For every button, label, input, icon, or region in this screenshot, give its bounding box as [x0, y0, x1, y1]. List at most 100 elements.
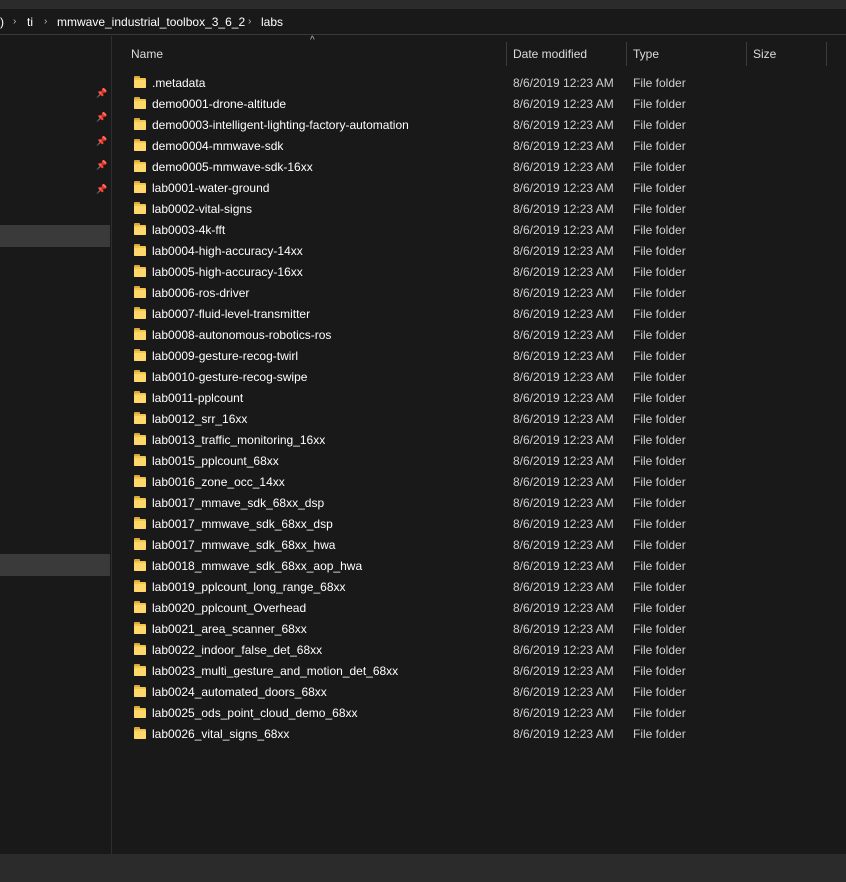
file-name: lab0015_pplcount_68xx: [152, 454, 279, 468]
column-header-type[interactable]: Type: [633, 42, 659, 66]
column-divider[interactable]: [826, 42, 827, 66]
nav-item-selected[interactable]: [0, 554, 110, 576]
file-date-modified: 8/6/2019 12:23 AM: [513, 244, 614, 258]
file-type: File folder: [633, 97, 686, 111]
file-row[interactable]: lab0011-pplcount 8/6/2019 12:23 AM File fo…: [126, 387, 718, 408]
folder-icon: [134, 244, 146, 256]
file-row[interactable]: lab0023_multi_gesture_and_motion_det_68x…: [126, 660, 718, 681]
file-row[interactable]: lab0016_zone_occ_14xx 8/6/2019 12:23 AM Fi…: [126, 471, 718, 492]
file-row[interactable]: lab0012_srr_16xx 8/6/2019 12:23 AM File fo…: [126, 408, 718, 429]
nav-item-selected[interactable]: [0, 225, 110, 247]
file-name: lab0012_srr_16xx: [152, 412, 248, 426]
file-row[interactable]: lab0026_vital_signs_68xx 8/6/2019 12:23 A…: [126, 723, 718, 744]
file-row[interactable]: lab0002-vital-signs 8/6/2019 12:23 AM File…: [126, 198, 718, 219]
file-row[interactable]: lab0021_area_scanner_68xx 8/6/2019 12:23 …: [126, 618, 718, 639]
file-date-modified: 8/6/2019 12:23 AM: [513, 160, 614, 174]
file-row[interactable]: lab0022_indoor_false_det_68xx 8/6/2019 12…: [126, 639, 718, 660]
file-name: lab0021_area_scanner_68xx: [152, 622, 307, 636]
breadcrumb-ti[interactable]: ti: [27, 15, 33, 29]
column-header-date-modified[interactable]: Date modified: [513, 42, 587, 66]
file-name: lab0026_vital_signs_68xx: [152, 727, 290, 741]
file-row[interactable]: lab0001-water-ground 8/6/2019 12:23 AM Fil…: [126, 177, 718, 198]
folder-icon: [134, 622, 146, 634]
file-date-modified: 8/6/2019 12:23 AM: [513, 76, 614, 90]
window-top-strip: [0, 0, 846, 9]
file-row[interactable]: lab0006-ros-driver 8/6/2019 12:23 AM File …: [126, 282, 718, 303]
file-date-modified: 8/6/2019 12:23 AM: [513, 118, 614, 132]
breadcrumb-chevron-icon[interactable]: ›: [248, 15, 251, 29]
file-name: demo0003-intelligent-lighting-factory-au…: [152, 118, 409, 132]
column-header-size[interactable]: Size: [753, 42, 776, 66]
pin-icon[interactable]: 📌: [96, 160, 107, 170]
column-header-name[interactable]: Name: [131, 42, 163, 66]
folder-icon: [134, 496, 146, 508]
file-date-modified: 8/6/2019 12:23 AM: [513, 265, 614, 279]
file-name: lab0024_automated_doors_68xx: [152, 685, 327, 699]
file-name: lab0017_mmave_sdk_68xx_dsp: [152, 496, 325, 510]
file-row[interactable]: lab0019_pplcount_long_range_68xx 8/6/2019…: [126, 576, 718, 597]
file-row[interactable]: demo0004-mmwave-sdk 8/6/2019 12:23 AM File…: [126, 135, 718, 156]
folder-icon: [134, 202, 146, 214]
file-name: lab0018_mmwave_sdk_68xx_aop_hwa: [152, 559, 363, 573]
file-date-modified: 8/6/2019 12:23 AM: [513, 139, 614, 153]
file-type: File folder: [633, 118, 686, 132]
file-row[interactable]: lab0017_mmwave_sdk_68xx_dsp 8/6/2019 12:2…: [126, 513, 718, 534]
file-row[interactable]: .metadata 8/6/2019 12:23 AM File folder: [126, 72, 718, 93]
file-date-modified: 8/6/2019 12:23 AM: [513, 286, 614, 300]
folder-icon: [134, 76, 146, 88]
folder-icon: [134, 559, 146, 571]
file-row[interactable]: lab0004-high-accuracy-14xx 8/6/2019 12:23…: [126, 240, 718, 261]
file-row[interactable]: lab0018_mmwave_sdk_68xx_aop_hwa 8/6/2019 …: [126, 555, 718, 576]
file-date-modified: 8/6/2019 12:23 AM: [513, 622, 614, 636]
pin-icon[interactable]: 📌: [96, 112, 107, 122]
file-type: File folder: [633, 286, 686, 300]
file-row[interactable]: demo0005-mmwave-sdk-16xx 8/6/2019 12:23 A…: [126, 156, 718, 177]
address-bar[interactable]: ) › ti › mmwave_industrial_toolbox_3_6_2…: [0, 9, 846, 35]
column-divider[interactable]: [506, 42, 507, 66]
file-row[interactable]: lab0017_mmave_sdk_68xx_dsp 8/6/2019 12:23…: [126, 492, 718, 513]
file-type: File folder: [633, 433, 686, 447]
file-name: .metadata: [152, 76, 206, 90]
column-divider[interactable]: [746, 42, 747, 66]
breadcrumb-part-0[interactable]: ): [0, 15, 4, 29]
file-row[interactable]: lab0007-fluid-level-transmitter 8/6/2019 …: [126, 303, 718, 324]
breadcrumb-chevron-icon[interactable]: ›: [13, 15, 16, 29]
file-row[interactable]: demo0003-intelligent-lighting-factory-au…: [126, 114, 718, 135]
file-row[interactable]: lab0013_traffic_monitoring_16xx 8/6/2019 …: [126, 429, 718, 450]
breadcrumb-toolbox[interactable]: mmwave_industrial_toolbox_3_6_2: [57, 15, 245, 29]
breadcrumb-labs[interactable]: labs: [261, 15, 283, 29]
breadcrumb-chevron-icon[interactable]: ›: [44, 15, 47, 29]
file-row[interactable]: lab0020_pplcount_Overhead 8/6/2019 12:23 …: [126, 597, 718, 618]
file-name: lab0008-autonomous-robotics-ros: [152, 328, 332, 342]
folder-icon: [134, 139, 146, 151]
folder-icon: [134, 580, 146, 592]
column-divider[interactable]: [626, 42, 627, 66]
file-row[interactable]: lab0005-high-accuracy-16xx 8/6/2019 12:23…: [126, 261, 718, 282]
pin-icon[interactable]: 📌: [96, 136, 107, 146]
file-row[interactable]: lab0025_ods_point_cloud_demo_68xx 8/6/201…: [126, 702, 718, 723]
file-date-modified: 8/6/2019 12:23 AM: [513, 706, 614, 720]
pin-icon[interactable]: 📌: [96, 88, 107, 98]
file-name: lab0004-high-accuracy-14xx: [152, 244, 303, 258]
file-row[interactable]: lab0010-gesture-recog-swipe 8/6/2019 12:2…: [126, 366, 718, 387]
file-row[interactable]: lab0009-gesture-recog-twirl 8/6/2019 12:2…: [126, 345, 718, 366]
file-name: lab0009-gesture-recog-twirl: [152, 349, 299, 363]
folder-icon: [134, 433, 146, 445]
file-row[interactable]: demo0001-drone-altitude 8/6/2019 12:23 AM…: [126, 93, 718, 114]
file-type: File folder: [633, 223, 686, 237]
file-row[interactable]: lab0017_mmwave_sdk_68xx_hwa 8/6/2019 12:2…: [126, 534, 718, 555]
file-row[interactable]: lab0024_automated_doors_68xx 8/6/2019 12:…: [126, 681, 718, 702]
file-name: lab0005-high-accuracy-16xx: [152, 265, 303, 279]
file-type: File folder: [633, 160, 686, 174]
pin-icon[interactable]: 📌: [96, 184, 107, 194]
file-name: lab0022_indoor_false_det_68xx: [152, 643, 323, 657]
file-type: File folder: [633, 517, 686, 531]
file-row[interactable]: lab0008-autonomous-robotics-ros 8/6/2019 …: [126, 324, 718, 345]
file-row[interactable]: lab0015_pplcount_68xx 8/6/2019 12:23 AM Fi…: [126, 450, 718, 471]
file-date-modified: 8/6/2019 12:23 AM: [513, 538, 614, 552]
folder-icon: [134, 307, 146, 319]
file-type: File folder: [633, 685, 686, 699]
file-name: lab0020_pplcount_Overhead: [152, 601, 307, 615]
file-type: File folder: [633, 727, 686, 741]
file-row[interactable]: lab0003-4k-fft 8/6/2019 12:23 AM File fold…: [126, 219, 718, 240]
